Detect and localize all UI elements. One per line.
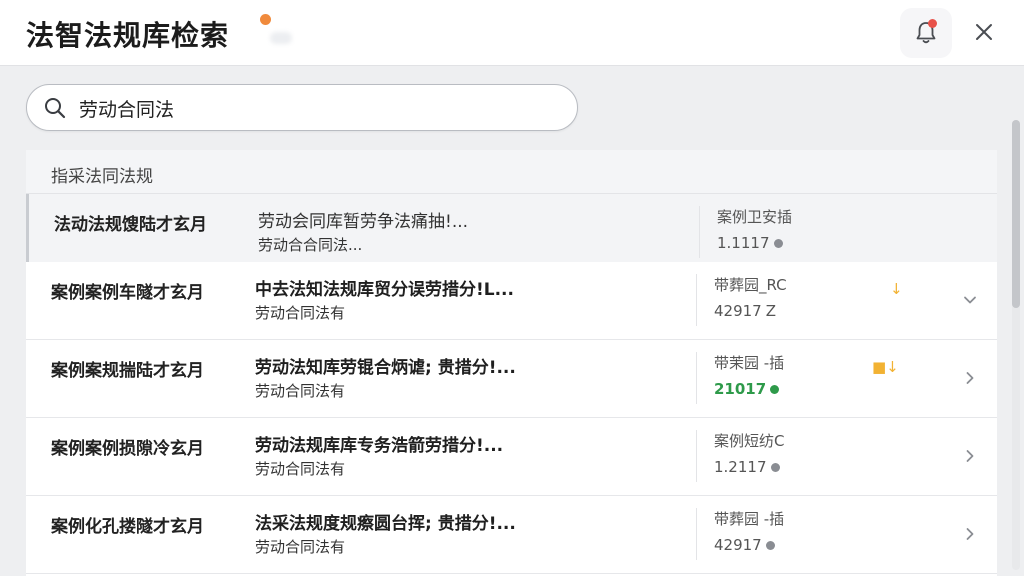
notification-button[interactable] — [900, 8, 952, 58]
result-subtitle: 劳动合同法有 — [255, 382, 346, 400]
result-title[interactable]: 劳动法规库库专务浩箭劳措分!... — [255, 431, 503, 456]
marker-arrow-icon: ↓ — [890, 280, 903, 298]
result-row[interactable]: 法动法规馊陆才玄月 劳动会同库暂劳争法痛抽!... 劳动合合同法... 案例卫安… — [26, 194, 997, 272]
status-shadow — [270, 32, 292, 44]
results-header: 指采法同法规 — [26, 150, 997, 194]
row-divider — [696, 352, 697, 404]
app-title: 法智法规库检索 — [26, 19, 230, 52]
chevron-right-icon[interactable] — [963, 448, 977, 467]
result-meta: 案例卫安插 — [717, 208, 793, 226]
result-category: 案例化孔搂隧才玄月 — [51, 517, 204, 537]
result-subtitle: 劳动合同法有 — [255, 304, 346, 322]
row-divider — [696, 274, 697, 326]
results-header-label: 指采法同法规 — [51, 167, 153, 187]
result-title[interactable]: 劳动会同库暂劳争法痛抽!... — [258, 207, 468, 232]
number-dot-icon — [773, 238, 783, 248]
chevron-right-icon[interactable] — [963, 526, 977, 545]
result-category: 案例案例损隙冷玄月 — [51, 439, 204, 459]
result-subtitle: 劳动合同法有 — [255, 538, 346, 556]
notification-badge — [928, 19, 937, 28]
search-bar[interactable] — [26, 84, 578, 131]
result-row[interactable]: 案例案例车隧才玄月 中去法知法规库贸分误劳措分!L... 劳动合同法有 带葬园_… — [26, 262, 997, 340]
row-divider — [696, 430, 697, 482]
row-divider — [696, 508, 697, 560]
result-meta: 带茉园 -插 — [714, 354, 785, 372]
result-number: 42917 — [714, 536, 775, 554]
result-subtitle: 劳动合合同法... — [258, 236, 363, 254]
result-title[interactable]: 劳动法知库劳锟合炳谑; 贵措分!... — [255, 353, 516, 378]
result-meta: 带葬园 -插 — [714, 510, 785, 528]
number-dot-icon — [765, 540, 775, 550]
chevron-down-icon[interactable] — [963, 292, 977, 311]
result-meta: 带葬园_RC — [714, 276, 787, 294]
result-number-value: 21017 — [714, 380, 767, 398]
chevron-right-icon[interactable] — [963, 370, 977, 389]
search-input[interactable] — [79, 93, 559, 123]
row-divider — [699, 206, 700, 258]
status-indicator — [260, 14, 271, 25]
result-title[interactable]: 中去法知法规库贸分误劳措分!L... — [255, 275, 514, 300]
result-number-value: 42917 — [714, 302, 762, 320]
result-row[interactable]: 案例化孔搂隧才玄月 法采法规度规瘵圆台挥; 贵措分!... 劳动合同法有 带葬园… — [26, 496, 997, 574]
close-button[interactable] — [962, 10, 1006, 54]
result-row[interactable]: 案例案规揣陆才玄月 劳动法知库劳锟合炳谑; 贵措分!... 劳动合同法有 带茉园… — [26, 340, 997, 418]
result-number-suffix: Z — [765, 302, 776, 320]
result-number: 21017 — [714, 380, 780, 398]
scrollbar-thumb[interactable] — [1012, 120, 1020, 308]
result-title[interactable]: 法采法规度规瘵圆台挥; 贵措分!... — [255, 509, 516, 534]
results-panel: 指采法同法规 法动法规馊陆才玄月 劳动会同库暂劳争法痛抽!... 劳动合合同法.… — [26, 150, 997, 576]
result-category: 案例案规揣陆才玄月 — [51, 361, 204, 381]
result-number: 1.2117 — [714, 458, 780, 476]
search-icon — [43, 96, 67, 124]
result-category: 法动法规馊陆才玄月 — [54, 215, 207, 235]
marker-flag-icon: ■↓ — [872, 358, 899, 376]
result-row[interactable]: 案例案例损隙冷玄月 劳动法规库库专务浩箭劳措分!... 劳动合同法有 案例短纺C… — [26, 418, 997, 496]
number-dot-icon — [770, 462, 780, 472]
result-number-value: 1.1117 — [717, 234, 770, 252]
close-icon — [974, 22, 994, 42]
result-category: 案例案例车隧才玄月 — [51, 283, 204, 303]
result-number-value: 1.2117 — [714, 458, 767, 476]
result-number-value: 42917 — [714, 536, 762, 554]
result-subtitle: 劳动合同法有 — [255, 460, 346, 478]
result-number: 42917 Z — [714, 302, 776, 320]
result-meta: 案例短纺C — [714, 432, 785, 450]
app-header: 法智法规库检索 — [0, 0, 1024, 66]
status-dot-icon — [770, 384, 780, 394]
result-number: 1.1117 — [717, 234, 783, 252]
